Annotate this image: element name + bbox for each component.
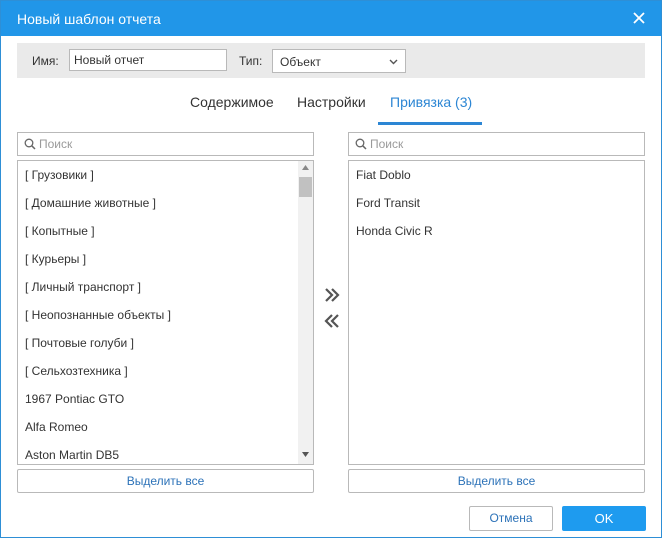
scrollbar-thumb[interactable] — [299, 177, 312, 197]
list-item[interactable]: Alfa Romeo — [25, 420, 88, 434]
name-type-row: Имя: Тип: Объект — [17, 43, 645, 78]
scroll-up-arrow-icon[interactable] — [302, 165, 309, 170]
dialog-titlebar: Новый шаблон отчета — [1, 1, 661, 36]
list-item[interactable]: [ Личный транспорт ] — [25, 280, 141, 294]
list-item[interactable]: Aston Martin DB5 — [25, 448, 119, 462]
type-select[interactable]: Объект — [272, 49, 406, 73]
right-search-input[interactable] — [370, 135, 630, 153]
left-object-list: [ Грузовики ] [ Домашние животные ] [ Ко… — [17, 160, 314, 465]
dialog-title: Новый шаблон отчета — [17, 11, 161, 27]
left-select-all-button[interactable]: Выделить все — [17, 469, 314, 493]
list-item[interactable]: Ford Transit — [356, 196, 420, 210]
type-select-value: Объект — [280, 55, 321, 69]
list-item[interactable]: Fiat Doblo — [356, 168, 411, 182]
report-template-dialog: Новый шаблон отчета Имя: Тип: Объект Сод… — [0, 0, 662, 538]
search-icon — [355, 138, 367, 150]
right-search-box — [348, 132, 645, 156]
name-input[interactable] — [69, 49, 227, 71]
ok-button[interactable]: OK — [562, 506, 646, 531]
move-right-icon[interactable] — [321, 285, 343, 305]
list-item[interactable]: [ Курьеры ] — [25, 252, 86, 266]
list-item[interactable]: [ Неопознанные объекты ] — [25, 308, 171, 322]
active-tab-indicator — [378, 122, 482, 125]
left-search-input[interactable] — [39, 135, 299, 153]
chevron-down-icon — [389, 59, 398, 65]
close-icon[interactable] — [631, 10, 647, 26]
move-left-icon[interactable] — [321, 311, 343, 331]
list-item[interactable]: Honda Civic R — [356, 224, 433, 238]
name-label: Имя: — [32, 54, 59, 68]
cancel-button[interactable]: Отмена — [469, 506, 553, 531]
list-item[interactable]: [ Копытные ] — [25, 224, 95, 238]
list-item[interactable]: [ Грузовики ] — [25, 168, 94, 182]
list-item[interactable]: [ Почтовые голуби ] — [25, 336, 134, 350]
left-list-scrollbar[interactable] — [298, 161, 313, 464]
type-label: Тип: — [239, 54, 263, 68]
tab-settings[interactable]: Настройки — [297, 94, 366, 110]
list-item[interactable]: [ Домашние животные ] — [25, 196, 156, 210]
list-item[interactable]: [ Сельхозтехника ] — [25, 364, 128, 378]
search-icon — [24, 138, 36, 150]
list-item[interactable]: 1967 Pontiac GTO — [25, 392, 124, 406]
tab-binding[interactable]: Привязка (3) — [390, 94, 472, 110]
scroll-down-arrow-icon[interactable] — [302, 452, 309, 457]
left-search-box — [17, 132, 314, 156]
right-bound-list: Fiat Doblo Ford Transit Honda Civic R — [348, 160, 645, 465]
right-select-all-button[interactable]: Выделить все — [348, 469, 645, 493]
tab-content[interactable]: Содержимое — [190, 94, 274, 110]
